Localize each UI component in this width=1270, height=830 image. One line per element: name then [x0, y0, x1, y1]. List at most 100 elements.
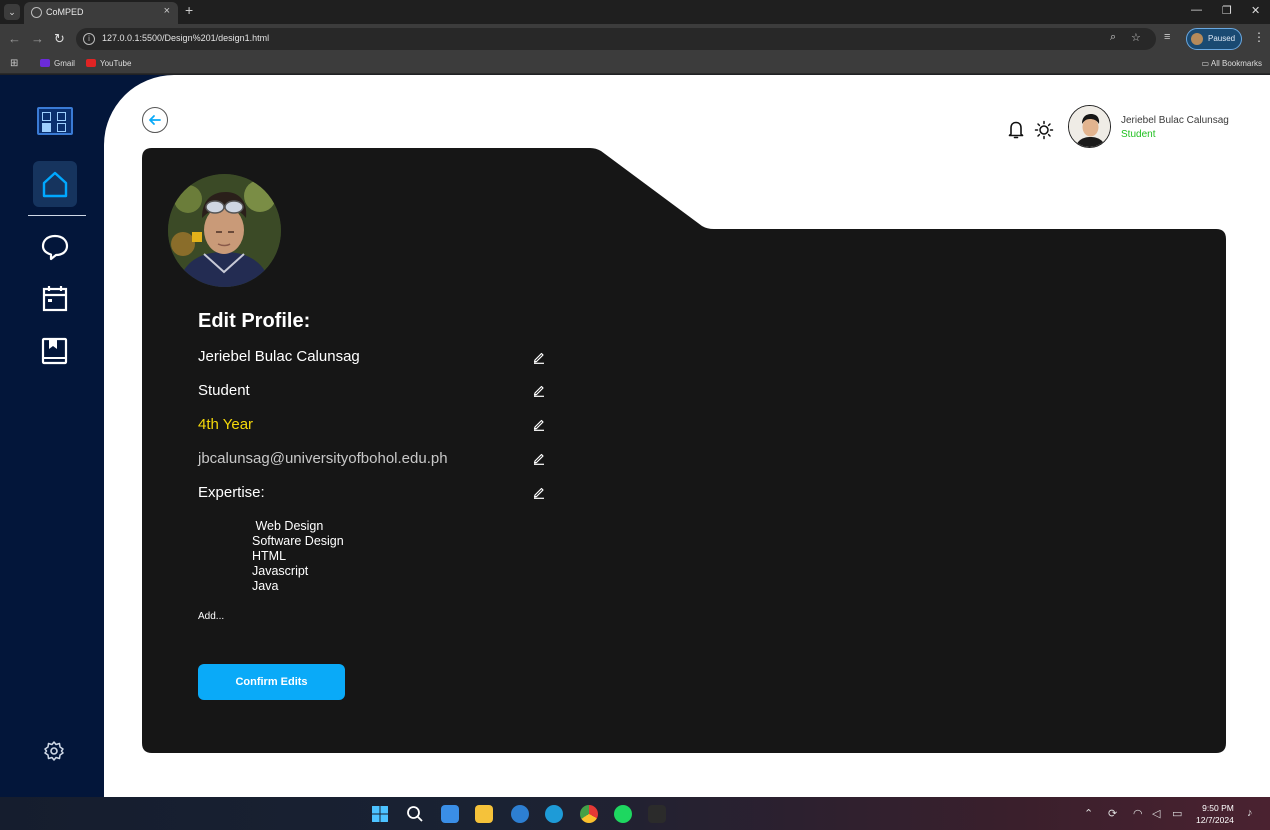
edit-pencil-icon[interactable] [532, 451, 546, 465]
app-logo [37, 107, 73, 135]
bookmark-gmail[interactable]: Gmail [40, 59, 75, 68]
settings-gear-icon[interactable] [43, 740, 65, 762]
back-button[interactable] [142, 107, 168, 133]
notification-bell-icon[interactable] [1006, 119, 1026, 141]
logo-block [57, 123, 66, 132]
file-explorer-icon[interactable] [475, 805, 493, 823]
address-bar[interactable]: i 127.0.0.1:5500/Design%201/design1.html… [76, 28, 1156, 50]
store-icon[interactable] [441, 805, 459, 823]
extensions-icon[interactable]: ≡ [1164, 31, 1170, 43]
windows-start-icon[interactable] [371, 805, 389, 823]
reload-icon[interactable]: ↻ [54, 31, 65, 47]
bookmark-youtube[interactable]: YouTube [86, 59, 131, 68]
tab-search-icon[interactable]: ⌄ [4, 4, 20, 20]
expertise-item: Web Design [252, 519, 324, 533]
main-content: Jeriebel Bulac Calunsag Student Edit Pro… [104, 75, 1270, 797]
gmail-icon [40, 59, 50, 67]
close-tab-icon[interactable]: × [164, 5, 170, 17]
bookmark-label: YouTube [100, 59, 132, 68]
notifications-bell-icon[interactable]: ♪ [1247, 807, 1253, 819]
clock-time: 9:50 PM [1202, 803, 1234, 813]
forward-arrow-icon[interactable]: → [31, 31, 44, 46]
all-bookmarks-label: All Bookmarks [1210, 59, 1262, 68]
zoom-icon[interactable]: ⌕ [1110, 31, 1116, 44]
browser-toolbar: ← → ↻ i 127.0.0.1:5500/Design%201/design… [0, 24, 1270, 55]
volume-icon[interactable]: ◁ [1152, 807, 1160, 820]
bookmark-star-icon[interactable]: ☆ [1131, 31, 1141, 44]
logo-block [42, 123, 51, 132]
confirm-edits-button[interactable]: Confirm Edits [198, 664, 345, 700]
tray-chevron-icon[interactable]: ⌃ [1084, 807, 1093, 820]
edit-pencil-icon[interactable] [532, 350, 546, 364]
system-clock[interactable]: 9:50 PM 12/7/2024 [1196, 802, 1234, 826]
sidebar-divider [28, 215, 86, 216]
browser-tab-bar: ⌄ CoMPED × + — ❐ ✕ [0, 0, 1270, 24]
app-viewport: Jeriebel Bulac Calunsag Student Edit Pro… [0, 75, 1270, 797]
all-bookmarks-folder[interactable]: ▭ All Bookmarks [1202, 59, 1262, 68]
bookmarks-bar: ⊞ Gmail YouTube ▭ All Bookmarks [0, 55, 1270, 74]
edit-pencil-icon[interactable] [532, 485, 546, 499]
profile-button[interactable]: Paused [1186, 28, 1242, 50]
sidebar-item-messages[interactable] [33, 223, 77, 269]
edge-browser-icon[interactable] [545, 805, 563, 823]
bookmark-label: Gmail [54, 59, 75, 68]
chat-bubble-icon [41, 234, 69, 261]
sidebar-item-home[interactable] [33, 161, 77, 207]
youtube-icon [86, 59, 96, 67]
profile-status: Paused [1208, 34, 1236, 43]
wifi-icon[interactable]: ◠ [1133, 807, 1143, 820]
book-icon [41, 337, 68, 365]
arrow-left-icon [149, 115, 161, 125]
site-info-icon[interactable]: i [83, 33, 95, 45]
window-close-icon[interactable]: ✕ [1251, 4, 1260, 17]
browser-menu-icon[interactable]: ⋮ [1253, 30, 1265, 44]
url-text: 127.0.0.1:5500/Design%201/design1.html [102, 33, 270, 43]
expertise-item: Java [252, 579, 279, 593]
restore-icon[interactable]: ❐ [1222, 4, 1232, 17]
chrome-icon[interactable] [580, 805, 598, 823]
expertise-list: Web Design Software Design HTML Javascri… [252, 519, 344, 594]
back-arrow-icon[interactable]: ← [8, 31, 21, 46]
edit-pencil-icon[interactable] [532, 383, 546, 397]
battery-icon[interactable]: ▭ [1172, 807, 1182, 820]
year-field: 4th Year [198, 416, 254, 433]
clock-date: 12/7/2024 [1196, 815, 1234, 825]
logo-block [42, 112, 51, 121]
edit-profile-heading: Edit Profile: [198, 310, 311, 332]
globe-icon [31, 7, 42, 18]
apps-grid-icon[interactable]: ⊞ [10, 58, 18, 69]
sync-icon[interactable]: ⟳ [1108, 807, 1117, 820]
sidebar-item-calendar[interactable] [33, 275, 77, 321]
sidebar [0, 75, 104, 797]
help-icon[interactable] [511, 805, 529, 823]
theme-sun-icon[interactable] [1034, 119, 1054, 141]
profile-avatar-icon [1191, 33, 1203, 45]
search-icon[interactable] [406, 805, 424, 823]
name-field: Jeriebel Bulac Calunsag [198, 348, 360, 365]
os-taskbar: ⌃ ⟳ ◠ ◁ ▭ 9:50 PM 12/7/2024 ♪ [0, 797, 1270, 830]
expertise-item: Software Design [252, 534, 344, 548]
profile-card: Edit Profile: Jeriebel Bulac Calunsag St… [142, 148, 1226, 753]
figma-icon[interactable] [648, 805, 666, 823]
calendar-icon [42, 286, 68, 312]
expertise-item: HTML [252, 549, 287, 563]
edit-pencil-icon[interactable] [532, 417, 546, 431]
header-user-name: Jeriebel Bulac Calunsag [1121, 115, 1229, 126]
user-avatar[interactable] [1068, 105, 1111, 148]
tab-title: CoMPED [46, 7, 84, 17]
email-field: jbcalunsag@universityofbohol.edu.ph [198, 450, 448, 467]
home-icon [42, 171, 68, 198]
header-user-role: Student [1121, 129, 1156, 140]
add-expertise-link[interactable]: Add... [198, 611, 224, 622]
browser-tab[interactable]: CoMPED × [24, 2, 178, 24]
logo-block [57, 112, 66, 121]
spotify-icon[interactable] [614, 805, 632, 823]
minimize-icon[interactable]: — [1191, 4, 1202, 16]
expertise-item: Javascript [252, 564, 309, 578]
user-photo [1069, 106, 1110, 147]
new-tab-icon[interactable]: + [185, 2, 193, 18]
expertise-label: Expertise: [198, 484, 265, 501]
role-field: Student [198, 382, 250, 399]
sidebar-item-library[interactable] [33, 327, 77, 373]
profile-photo[interactable] [168, 174, 281, 287]
